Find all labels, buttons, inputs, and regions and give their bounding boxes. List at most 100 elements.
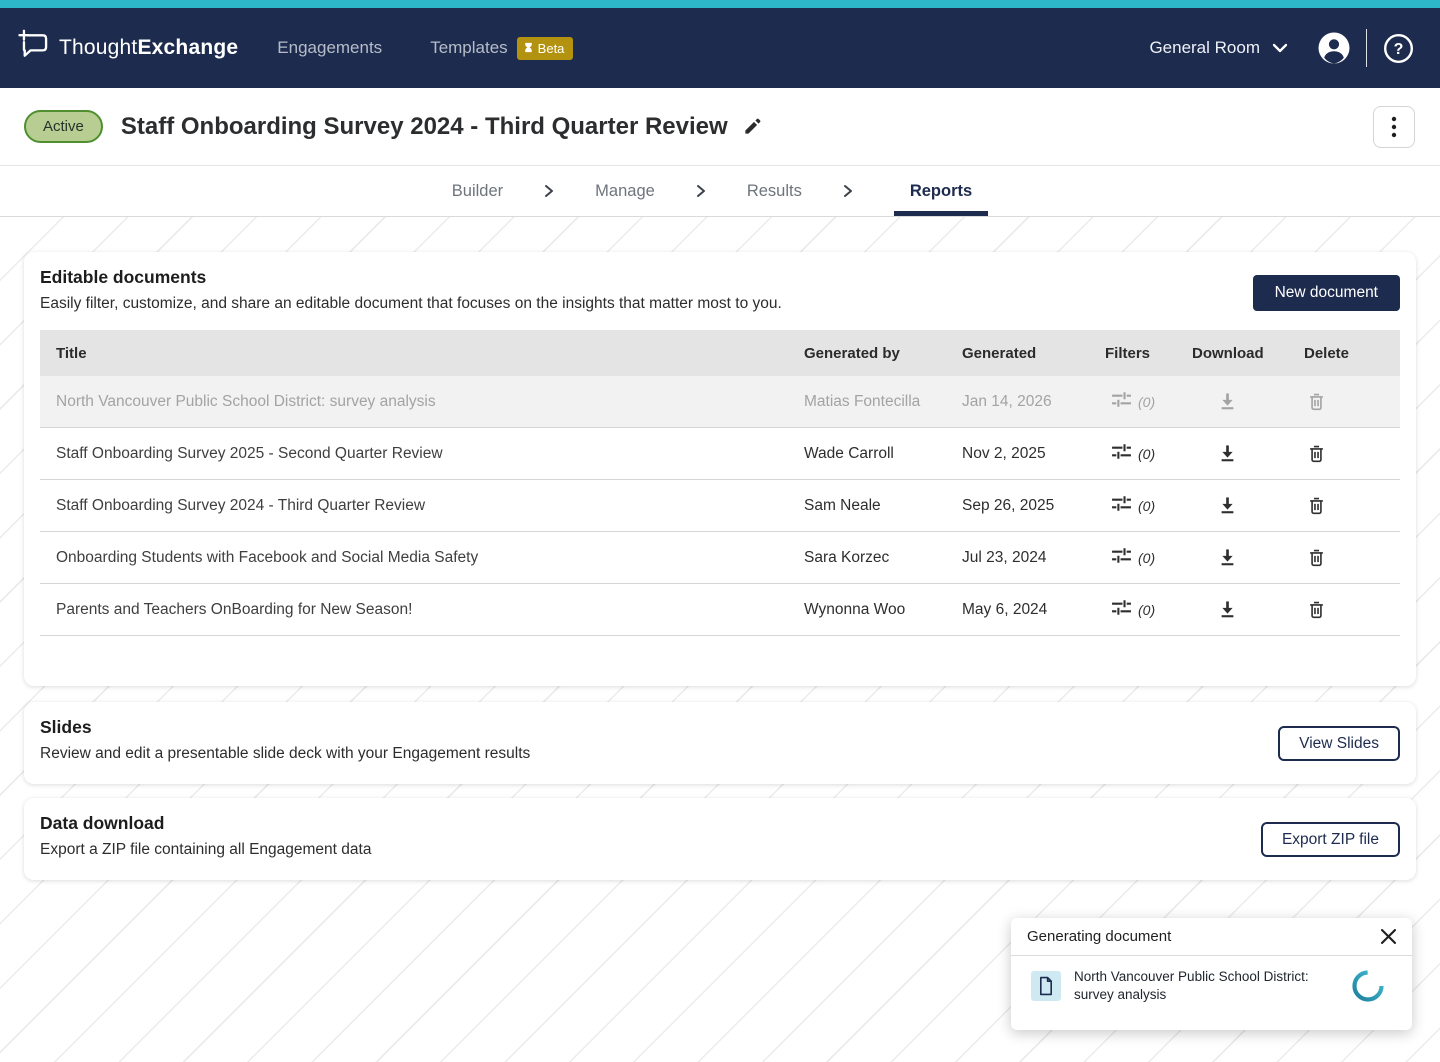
- filters-control: (0): [1105, 391, 1192, 413]
- new-document-button[interactable]: New document: [1253, 275, 1400, 311]
- documents-table: Title Generated by Generated Filters Dow…: [40, 330, 1400, 636]
- generated-date: May 6, 2024: [962, 601, 1105, 619]
- help-icon[interactable]: ?: [1383, 33, 1414, 64]
- tab-results[interactable]: Results: [747, 166, 802, 216]
- delete-icon[interactable]: [1304, 548, 1400, 568]
- download-icon[interactable]: [1192, 496, 1304, 515]
- toast-header: Generating document: [1011, 918, 1412, 956]
- slides-subtitle: Review and edit a presentable slide deck…: [40, 745, 1400, 763]
- editable-documents-title: Editable documents: [40, 267, 1400, 288]
- delete-icon[interactable]: [1304, 444, 1400, 464]
- close-icon[interactable]: [1381, 929, 1396, 944]
- column-header-generated: Generated: [962, 345, 1105, 362]
- document-title: Staff Onboarding Survey 2025 - Second Qu…: [40, 445, 804, 463]
- brand-logo[interactable]: ThoughtExchange: [16, 29, 238, 67]
- download-icon[interactable]: [1192, 600, 1304, 619]
- generated-by: Sam Neale: [804, 497, 962, 515]
- loading-spinner-icon: [1350, 968, 1386, 1004]
- chevron-right-icon: [842, 166, 854, 216]
- nav-templates[interactable]: Templates Beta: [430, 37, 573, 60]
- generated-by: Matias Fontecilla: [804, 393, 962, 411]
- filters-control[interactable]: (0): [1105, 443, 1192, 465]
- room-selector[interactable]: General Room: [1149, 38, 1288, 58]
- filters-count: (0): [1138, 602, 1155, 618]
- top-accent-strip: [0, 0, 1440, 8]
- filters-control[interactable]: (0): [1105, 547, 1192, 569]
- generated-by: Wade Carroll: [804, 445, 962, 463]
- toast-body: North Vancouver Public School District: …: [1011, 956, 1412, 1016]
- table-row: Parents and Teachers OnBoarding for New …: [40, 584, 1400, 636]
- filter-sliders-icon: [1111, 599, 1132, 621]
- column-header-title: Title: [40, 345, 804, 362]
- hourglass-icon: [524, 41, 533, 56]
- engagement-stepper: Builder Manage Results Reports: [0, 166, 1440, 217]
- generated-date: Jul 23, 2024: [962, 549, 1105, 567]
- download-icon: [1192, 392, 1304, 411]
- filters-control[interactable]: (0): [1105, 495, 1192, 517]
- filter-sliders-icon: [1111, 391, 1132, 413]
- document-title: North Vancouver Public School District: …: [40, 393, 804, 411]
- edit-title-icon[interactable]: [743, 117, 762, 136]
- nav-engagements[interactable]: Engagements: [277, 38, 382, 58]
- data-download-subtitle: Export a ZIP file containing all Engagem…: [40, 841, 1400, 859]
- table-row: Staff Onboarding Survey 2024 - Third Qua…: [40, 480, 1400, 532]
- chevron-right-icon: [543, 166, 555, 216]
- top-right-cluster: General Room ?: [1149, 29, 1414, 67]
- download-icon[interactable]: [1192, 444, 1304, 463]
- table-row: Staff Onboarding Survey 2025 - Second Qu…: [40, 428, 1400, 480]
- editable-documents-card: Editable documents Easily filter, custom…: [24, 252, 1416, 686]
- export-zip-button[interactable]: Export ZIP file: [1261, 822, 1400, 857]
- generated-by: Sara Korzec: [804, 549, 962, 567]
- filters-count: (0): [1138, 394, 1155, 410]
- delete-icon[interactable]: [1304, 496, 1400, 516]
- topbar-divider: [1366, 29, 1367, 67]
- avatar[interactable]: [1318, 32, 1350, 64]
- document-title: Parents and Teachers OnBoarding for New …: [40, 601, 804, 619]
- documents-table-header: Title Generated by Generated Filters Dow…: [40, 330, 1400, 376]
- editable-documents-subtitle: Easily filter, customize, and share an e…: [40, 295, 1400, 313]
- data-download-card: Data download Export a ZIP file containi…: [24, 798, 1416, 880]
- column-header-download: Download: [1192, 345, 1304, 362]
- document-icon: [1031, 971, 1061, 1001]
- chevron-down-icon: [1272, 38, 1288, 58]
- page-header: Active Staff Onboarding Survey 2024 - Th…: [0, 88, 1440, 166]
- delete-icon: [1304, 392, 1400, 412]
- slides-title: Slides: [40, 717, 1400, 738]
- svg-text:?: ?: [1394, 41, 1404, 58]
- status-badge: Active: [24, 110, 103, 143]
- download-icon[interactable]: [1192, 548, 1304, 567]
- table-row: Onboarding Students with Facebook and So…: [40, 532, 1400, 584]
- tab-reports[interactable]: Reports: [894, 166, 988, 216]
- top-navigation-bar: ThoughtExchange Engagements Templates Be…: [0, 8, 1440, 88]
- generating-document-toast: Generating document North Vancouver Publ…: [1011, 918, 1412, 1030]
- thoughtexchange-logo-icon: [16, 29, 49, 67]
- top-nav-links: Engagements Templates Beta: [277, 37, 573, 60]
- page-title: Staff Onboarding Survey 2024 - Third Qua…: [121, 113, 728, 141]
- generated-by: Wynonna Woo: [804, 601, 962, 619]
- generated-date: Jan 14, 2026: [962, 393, 1105, 411]
- tab-manage[interactable]: Manage: [595, 166, 655, 216]
- filter-sliders-icon: [1111, 443, 1132, 465]
- document-title: Onboarding Students with Facebook and So…: [40, 549, 804, 567]
- generating-document-name: North Vancouver Public School District: …: [1074, 968, 1332, 1004]
- filter-sliders-icon: [1111, 495, 1132, 517]
- generated-date: Nov 2, 2025: [962, 445, 1105, 463]
- column-header-filters: Filters: [1105, 345, 1192, 362]
- table-row: North Vancouver Public School District: …: [40, 376, 1400, 428]
- document-title: Staff Onboarding Survey 2024 - Third Qua…: [40, 497, 804, 515]
- filters-control[interactable]: (0): [1105, 599, 1192, 621]
- brand-name: ThoughtExchange: [59, 36, 238, 60]
- generated-date: Sep 26, 2025: [962, 497, 1105, 515]
- column-header-generated-by: Generated by: [804, 345, 962, 362]
- filters-count: (0): [1138, 498, 1155, 514]
- filters-count: (0): [1138, 446, 1155, 462]
- column-header-delete: Delete: [1304, 345, 1400, 362]
- slides-card: Slides Review and edit a presentable sli…: [24, 702, 1416, 784]
- data-download-title: Data download: [40, 813, 1400, 834]
- tab-builder[interactable]: Builder: [452, 166, 503, 216]
- beta-badge: Beta: [517, 37, 574, 60]
- view-slides-button[interactable]: View Slides: [1278, 726, 1400, 761]
- chevron-right-icon: [695, 166, 707, 216]
- more-options-button[interactable]: [1373, 106, 1415, 148]
- delete-icon[interactable]: [1304, 600, 1400, 620]
